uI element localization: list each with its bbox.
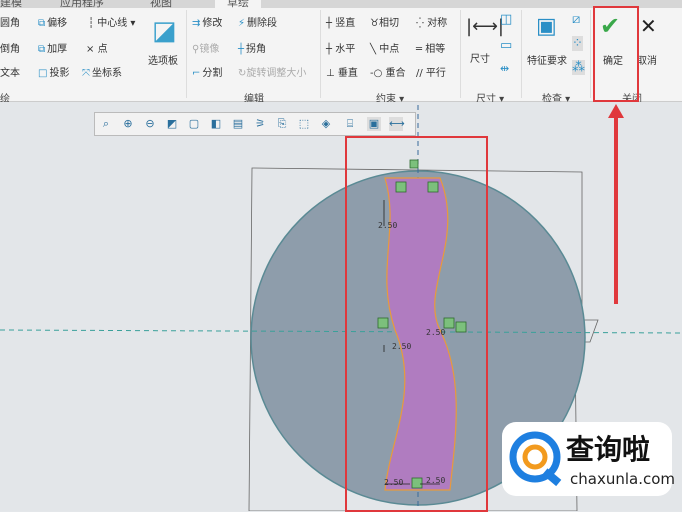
cancel-button[interactable]: 取消 [637, 52, 657, 67]
parallel-icon: // [416, 68, 426, 79]
point-icon: × [86, 44, 98, 55]
offset-button[interactable]: ⧉ 偏移 [38, 14, 67, 29]
corner-button[interactable]: ┼ 拐角 [238, 40, 266, 55]
vertical-icon: ┼ [326, 18, 336, 29]
display-style-icon[interactable]: ▢ [187, 117, 201, 131]
dimension-display-icon[interactable]: ⟷ [389, 117, 405, 131]
close-x-icon: ✕ [640, 14, 657, 38]
equal-icon: ═ [416, 44, 426, 55]
sketch-view-icon[interactable]: ⌸ [343, 117, 357, 131]
perpendicular-icon: ⊥ [326, 68, 338, 79]
tab-view[interactable]: 视图 [150, 0, 172, 8]
shade-closed-loops-icon[interactable]: ⁂ [572, 60, 585, 75]
spin-center-icon[interactable]: ⬚ [297, 117, 311, 131]
modify-icon: ⇉ [192, 18, 201, 29]
watermark: 查询啦 chaxunla.com [502, 422, 675, 496]
repaint-icon[interactable]: ◩ [165, 117, 179, 131]
symmetric-icon: ⁛ [416, 18, 428, 29]
coincident-button[interactable]: -○ 重合 [370, 64, 406, 79]
divide-icon: ⌐ [192, 68, 201, 79]
ribbon-tabs: 建模 应用程序 视图 草绘 [0, 0, 682, 8]
vertical-button[interactable]: ┼ 竖直 [326, 14, 355, 29]
thicken-icon: ⧉ [38, 44, 46, 55]
annotation-display-icon[interactable]: ◈ [319, 117, 333, 131]
red-arrow-icon [608, 104, 624, 304]
zoom-in-icon[interactable]: ⊕ [121, 117, 135, 131]
datum-display-icon[interactable]: ⎘ [275, 117, 289, 131]
divider [186, 10, 187, 98]
perspective-icon[interactable]: ⚞ [253, 117, 267, 131]
equal-button[interactable]: ═ 相等 [416, 40, 445, 55]
mirror-button[interactable]: ⚲镜像 [192, 40, 219, 55]
project-icon: □ [38, 68, 48, 79]
fillet-button[interactable]: 圆角 [0, 14, 20, 29]
highlight-box-profile [345, 136, 488, 512]
horizontal-icon: ┼ [326, 44, 336, 55]
feature-requirements-icon: ▣ [536, 14, 557, 39]
refit-icon[interactable]: ⌕ [99, 117, 113, 131]
overlap-icon[interactable]: ⧄ [572, 12, 580, 27]
divide-button[interactable]: ⌐ 分割 [192, 64, 222, 79]
midpoint-button[interactable]: ╲ 中点 [370, 40, 399, 55]
coincident-icon: -○ [370, 68, 386, 79]
delete-segment-button[interactable]: ⚡ 删除段 [238, 14, 277, 29]
view-manager-icon[interactable]: ▤ [231, 117, 245, 131]
divider [590, 10, 591, 98]
dimension-icon: |⟷| [466, 16, 504, 37]
chamfer-button[interactable]: 倒角 [0, 40, 20, 55]
saved-views-icon[interactable]: ◧ [209, 117, 223, 131]
tangent-icon: ♉ [370, 18, 379, 29]
sketcher-display-icon[interactable]: ▣ [367, 117, 381, 131]
centerline-button[interactable]: ┆ 中心线 ▾ [88, 14, 135, 29]
watermark-url: chaxunla.com [570, 470, 675, 488]
parallel-button[interactable]: // 平行 [416, 64, 446, 79]
thicken-button[interactable]: ⧉ 加厚 [38, 40, 67, 55]
reference-icon[interactable]: ⇹ [500, 62, 509, 75]
midpoint-icon: ╲ [370, 44, 380, 55]
ribbon: 圆角 倒角 文本 ⧉ 偏移 ⧉ 加厚 □ 投影 ┆ 中心线 ▾ × 点 ⤧ 坐标系 ◪ … [0, 8, 682, 105]
tab-sketch[interactable]: 草绘 [215, 0, 261, 8]
graphics-toolbar: ⌕ ⊕ ⊖ ◩ ▢ ◧ ▤ ⚞ ⎘ ⬚ ◈ ⌸ ▣ ⟷ [94, 112, 416, 136]
rotate-resize-button[interactable]: ↻旋转调整大小 [238, 64, 306, 79]
tab-applications[interactable]: 应用程序 [60, 0, 104, 8]
tab-model[interactable]: 建模 [0, 0, 22, 8]
palette-icon: ◪ [152, 16, 177, 46]
offset-icon: ⧉ [38, 18, 46, 29]
symmetric-button[interactable]: ⁛ 对称 [416, 14, 447, 29]
centerline-icon: ┆ [88, 18, 98, 29]
perpendicular-button[interactable]: ⊥ 垂直 [326, 64, 358, 79]
horizontal-button[interactable]: ┼ 水平 [326, 40, 355, 55]
zoom-out-icon[interactable]: ⊖ [143, 117, 157, 131]
highlight-open-ends-icon[interactable]: ⁘ [572, 36, 583, 51]
palette-button[interactable]: 选项板 [148, 52, 178, 67]
csys-icon: ⤧ [82, 68, 90, 79]
coordinate-system-button[interactable]: ⤧ 坐标系 [82, 64, 122, 79]
dimension-button[interactable]: 尺寸 [470, 50, 490, 65]
perimeter-icon[interactable]: ◫ [500, 12, 512, 27]
divider [460, 10, 461, 98]
text-button[interactable]: 文本 [0, 64, 20, 79]
baseline-icon[interactable]: ▭ [500, 38, 512, 53]
point-button[interactable]: × 点 [86, 40, 108, 55]
tangent-button[interactable]: ♉相切 [370, 14, 399, 29]
divider [521, 10, 522, 98]
watermark-name: 查询啦 [566, 433, 651, 466]
modify-button[interactable]: ⇉ 修改 [192, 14, 222, 29]
corner-icon: ┼ [238, 44, 245, 55]
divider [320, 10, 321, 98]
feature-requirements-button[interactable]: 特征要求 [527, 52, 567, 67]
watermark-logo-icon [509, 431, 562, 487]
highlight-box-ok [593, 6, 639, 102]
project-button[interactable]: □ 投影 [38, 64, 69, 79]
delete-segment-icon: ⚡ [238, 18, 246, 29]
